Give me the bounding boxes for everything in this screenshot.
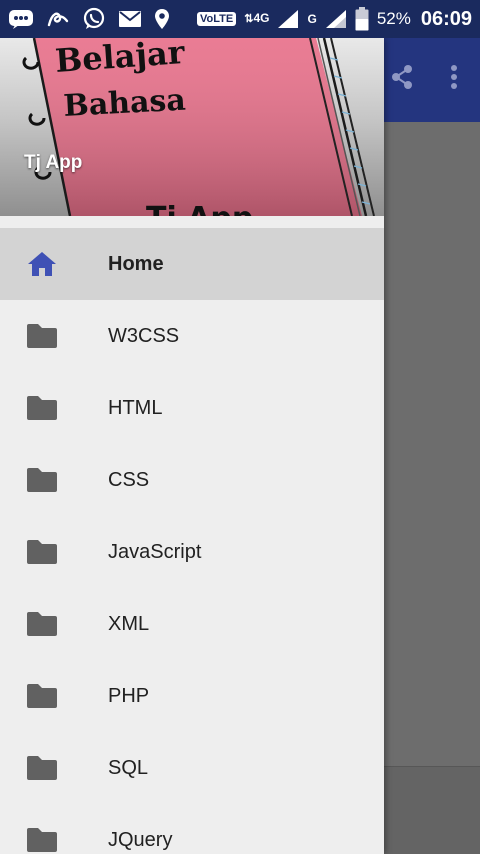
nav-item-label: SQL xyxy=(108,757,149,779)
share-icon[interactable] xyxy=(390,64,414,95)
navigation-drawer: Belajar Bahasa Tj App Tj App Home W3CSS xyxy=(0,38,384,854)
clock: 06:09 xyxy=(420,7,472,30)
nav-item-php[interactable]: PHP xyxy=(0,660,384,732)
folder-icon xyxy=(26,537,58,567)
drawer-nav-list: Home W3CSS HTML CSS JavaScript XML PHP S… xyxy=(0,228,384,854)
battery-icon xyxy=(355,7,369,31)
art-text-line-2: Bahasa xyxy=(63,83,187,124)
nav-item-label: CSS xyxy=(108,469,150,491)
nav-item-label: JQuery xyxy=(108,829,173,851)
status-bar: VoLTE ⇅4G G 52% 06:09 xyxy=(0,0,480,38)
signal-strength-icon xyxy=(277,9,299,29)
nav-item-xml[interactable]: XML xyxy=(0,588,384,660)
nav-item-w3css[interactable]: W3CSS xyxy=(0,300,384,372)
nav-item-label: Home xyxy=(108,253,164,275)
folder-icon xyxy=(26,681,58,711)
chat-bubble-icon xyxy=(8,8,34,30)
drawer-header-title: Tj App xyxy=(24,152,83,173)
notebook-illustration: Belajar Bahasa Tj App xyxy=(22,38,375,216)
location-pin-icon xyxy=(154,8,170,30)
binding-ring xyxy=(28,112,46,126)
toolbar-actions xyxy=(390,64,458,95)
folder-icon xyxy=(26,753,58,783)
nav-item-css[interactable]: CSS xyxy=(0,444,384,516)
nav-item-label: JavaScript xyxy=(108,541,202,563)
screen: VoLTE ⇅4G G 52% 06:09 Belajar Bahasa Tj … xyxy=(0,0,480,854)
network-type-g: G xyxy=(307,11,317,26)
notification-icons xyxy=(8,7,170,31)
nav-item-home[interactable]: Home xyxy=(0,228,384,300)
battery-percent: 52% xyxy=(376,9,411,28)
binding-ring xyxy=(22,56,40,70)
system-indicators: VoLTE ⇅4G G 52% 06:09 xyxy=(197,7,472,31)
more-vert-icon[interactable] xyxy=(450,64,458,95)
nav-item-sql[interactable]: SQL xyxy=(0,732,384,804)
folder-icon xyxy=(26,465,58,495)
nav-item-html[interactable]: HTML xyxy=(0,372,384,444)
folder-icon xyxy=(26,393,58,423)
nav-item-label: PHP xyxy=(108,685,150,707)
network-type-4g: ⇅4G xyxy=(244,11,270,25)
nav-item-jquery[interactable]: JQuery xyxy=(0,804,384,854)
folder-icon xyxy=(26,321,58,351)
volte-badge: VoLTE xyxy=(197,12,237,26)
nav-item-label: W3CSS xyxy=(108,325,180,347)
folder-icon xyxy=(26,825,58,854)
nav-item-label: XML xyxy=(108,613,150,635)
signal-strength-icon-2 xyxy=(325,9,347,29)
art-text-bottom: Tj App xyxy=(146,201,253,216)
home-icon xyxy=(26,249,58,279)
whatsapp-icon xyxy=(82,7,106,31)
app-swirl-icon xyxy=(46,9,70,29)
mail-icon xyxy=(118,10,142,28)
drawer-header: Belajar Bahasa Tj App Tj App xyxy=(0,38,384,216)
folder-icon xyxy=(26,609,58,639)
nav-item-javascript[interactable]: JavaScript xyxy=(0,516,384,588)
nav-item-label: HTML xyxy=(108,397,163,419)
